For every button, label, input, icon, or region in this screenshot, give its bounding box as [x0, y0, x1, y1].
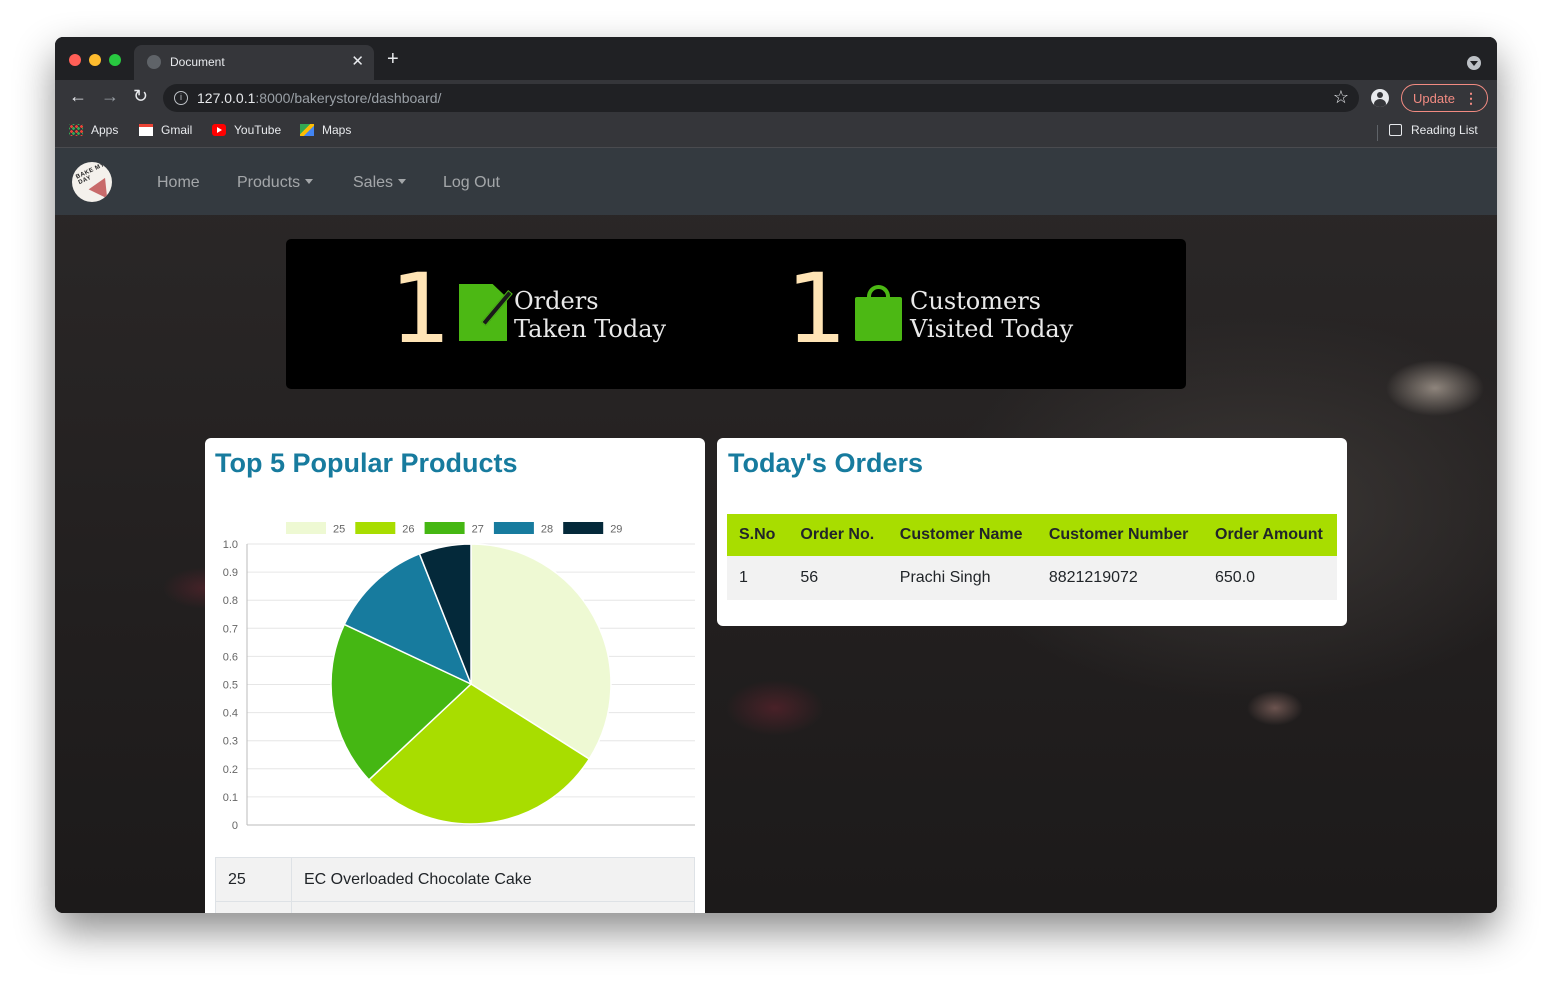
minimize-window-button[interactable] — [89, 54, 101, 66]
y-tick-label: 0.9 — [223, 567, 238, 579]
column-header-order-no: Order No. — [788, 514, 888, 556]
globe-icon — [147, 55, 161, 69]
column-header-sno: S.No — [727, 514, 789, 556]
caret-down-icon — [305, 179, 314, 184]
profile-icon[interactable] — [1371, 89, 1389, 107]
popular-products-pie-chart: 0 0.1 0.2 0.3 0.4 0.5 0.6 0.7 0.8 0.9 1.0 25 26 27 28 2… — [223, 522, 695, 832]
maximize-window-button[interactable] — [109, 54, 121, 66]
y-tick-label: 0.6 — [223, 651, 238, 663]
maps-icon — [300, 124, 314, 136]
browser-toolbar: ← → ↻ i 127.0.0.1:8000/bakerystore/dashb… — [55, 80, 1497, 116]
product-id-cell: 25 — [215, 857, 292, 902]
legend-label: 27 — [472, 524, 484, 536]
bookmarks-bar: Apps Gmail YouTube Maps Reading List — [55, 116, 1497, 148]
bookmark-apps[interactable]: Apps — [69, 123, 118, 139]
y-tick-label: 0.3 — [223, 736, 238, 748]
legend-swatch — [286, 522, 326, 534]
y-tick-label: 0.7 — [223, 623, 238, 635]
browser-tab[interactable]: Document ✕ — [134, 45, 374, 80]
tab-search-icon[interactable] — [1467, 56, 1481, 70]
y-tick-label: 0.5 — [223, 680, 238, 692]
gmail-icon — [139, 124, 153, 136]
nav-sales-dropdown[interactable]: Sales — [353, 174, 407, 192]
nav-products-dropdown[interactable]: Products — [237, 174, 314, 192]
legend-swatch — [493, 522, 534, 534]
caret-down-icon — [398, 179, 407, 184]
kebab-menu-icon[interactable]: ⋮ — [1464, 90, 1478, 107]
legend-swatch — [355, 522, 396, 534]
table-header-row: S.No Order No. Customer Name Customer Nu… — [727, 514, 1337, 556]
address-bar[interactable]: i 127.0.0.1:8000/bakerystore/dashboard/ … — [163, 84, 1359, 112]
close-tab-icon[interactable]: ✕ — [351, 52, 364, 70]
bookmark-maps[interactable]: Maps — [300, 123, 351, 139]
popular-products-title: Top 5 Popular Products — [215, 448, 518, 478]
bookmark-youtube[interactable]: YouTube — [212, 123, 281, 139]
table-row — [215, 901, 695, 913]
orders-count: 1 — [390, 253, 452, 365]
todays-orders-title: Today's Orders — [728, 448, 923, 478]
stats-banner: 1 Orders Taken Today 1 Customers Visited… — [286, 239, 1186, 389]
legend-label: 25 — [333, 524, 345, 536]
y-tick-label: 1.0 — [223, 539, 238, 551]
column-header-customer-number: Customer Number — [1036, 514, 1203, 556]
back-arrow-icon[interactable]: ← — [69, 87, 87, 105]
bookmarks-separator — [1377, 125, 1378, 141]
y-tick-label: 0.2 — [223, 764, 238, 776]
y-tick-label: 0.8 — [223, 595, 238, 607]
new-tab-icon[interactable]: + — [387, 49, 399, 69]
cake-slice-icon — [88, 177, 112, 202]
legend-swatch — [563, 522, 604, 534]
sno-cell: 1 — [727, 556, 789, 600]
order-document-icon — [459, 284, 507, 341]
customer-number-cell: 8821219072 — [1036, 556, 1203, 600]
dashboard-page: BAKE MY DAY Home Products Sales Log Out … — [55, 148, 1497, 913]
youtube-icon — [212, 124, 226, 136]
nav-logout-link[interactable]: Log Out — [443, 174, 500, 192]
product-name-cell — [291, 901, 695, 913]
y-tick-label: 0.1 — [223, 792, 238, 804]
legend-swatch — [424, 522, 465, 534]
y-tick-label: 0 — [232, 820, 238, 832]
table-row: 25 EC Overloaded Chocolate Cake — [215, 857, 695, 902]
tab-title: Document — [170, 55, 225, 69]
customers-label: Customers Visited Today — [910, 287, 1074, 343]
site-navbar: BAKE MY DAY Home Products Sales Log Out — [55, 148, 1497, 215]
y-tick-label: 0.4 — [223, 708, 238, 720]
product-name-cell: EC Overloaded Chocolate Cake — [291, 857, 695, 902]
legend-label: 26 — [402, 524, 414, 536]
todays-orders-table: S.No Order No. Customer Name Customer Nu… — [727, 514, 1337, 600]
orders-label: Orders Taken Today — [514, 287, 667, 343]
popular-products-card: Top 5 Popular Products 0 0.1 0.2 0.3 0.4 0.5 0… — [205, 438, 705, 913]
apps-grid-icon — [69, 124, 83, 136]
url-text[interactable]: 127.0.0.1:8000/bakerystore/dashboard/ — [197, 90, 441, 106]
column-header-order-amount: Order Amount — [1203, 514, 1337, 556]
bookmark-star-icon[interactable]: ☆ — [1333, 87, 1349, 108]
reading-list-button[interactable]: Reading List — [1389, 123, 1478, 139]
order-no-cell: 56 — [788, 556, 888, 600]
reload-icon[interactable]: ↻ — [133, 87, 148, 105]
bookmark-gmail[interactable]: Gmail — [139, 123, 192, 139]
browser-window: Document ✕ + ← → ↻ i 127.0.0.1:8000/bake… — [55, 37, 1497, 913]
legend-label: 28 — [541, 524, 553, 536]
close-window-button[interactable] — [69, 54, 81, 66]
product-id-cell — [215, 901, 292, 913]
forward-arrow-icon[interactable]: → — [101, 87, 119, 105]
tab-bar: Document ✕ + — [55, 37, 1497, 80]
shopping-bag-icon — [855, 297, 902, 341]
order-amount-cell: 650.0 — [1203, 556, 1337, 600]
popular-products-table: 25 EC Overloaded Chocolate Cake — [215, 857, 695, 913]
table-row: 1 56 Prachi Singh 8821219072 650.0 — [727, 556, 1337, 600]
nav-home-link[interactable]: Home — [157, 174, 200, 192]
column-header-customer-name: Customer Name — [887, 514, 1037, 556]
todays-orders-card: Today's Orders S.No Order No. Customer N… — [717, 438, 1347, 626]
bakery-logo[interactable]: BAKE MY DAY — [72, 162, 112, 202]
customer-name-cell: Prachi Singh — [887, 556, 1037, 600]
update-button[interactable]: Update ⋮ — [1401, 84, 1488, 112]
legend-label: 29 — [610, 524, 622, 536]
reading-list-icon — [1389, 124, 1402, 136]
customers-count: 1 — [786, 253, 848, 365]
info-icon[interactable]: i — [174, 91, 188, 105]
